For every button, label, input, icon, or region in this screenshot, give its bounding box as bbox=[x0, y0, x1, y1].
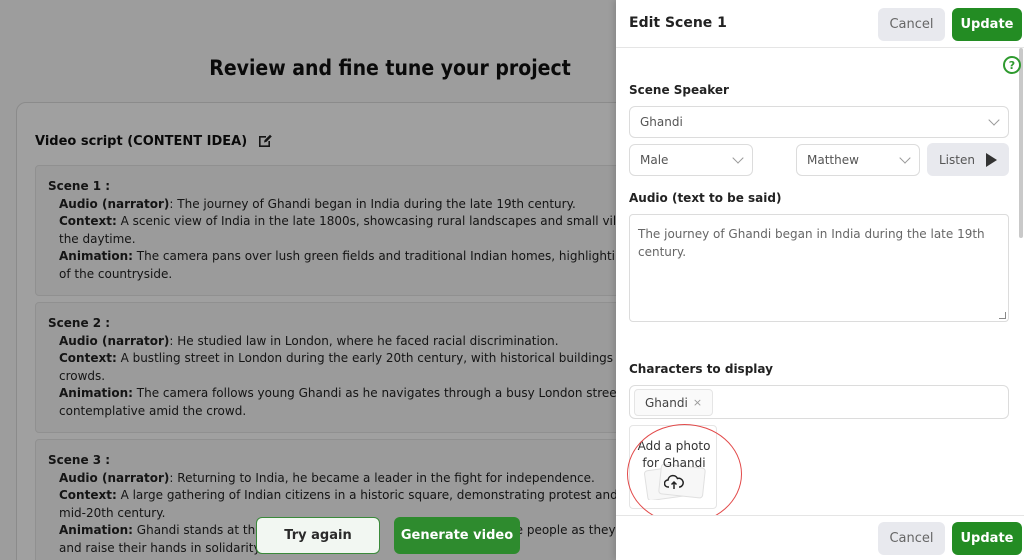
panel-header: Edit Scene 1 Cancel Update bbox=[616, 0, 1024, 48]
update-button[interactable]: Update bbox=[952, 8, 1022, 41]
generate-video-button[interactable]: Generate video bbox=[394, 517, 520, 554]
cancel-button-footer[interactable]: Cancel bbox=[878, 522, 945, 555]
annotation-circle bbox=[627, 424, 742, 524]
speaker-select[interactable]: Ghandi bbox=[629, 106, 1009, 138]
try-again-button[interactable]: Try again bbox=[256, 517, 380, 554]
gender-select[interactable]: Male bbox=[629, 144, 753, 176]
voice-select[interactable]: Matthew bbox=[796, 144, 920, 176]
gender-value: Male bbox=[640, 153, 669, 167]
character-chip-label: Ghandi bbox=[645, 395, 688, 410]
audio-text-field[interactable]: The journey of Ghandi began in India dur… bbox=[629, 214, 1009, 322]
panel-title: Edit Scene 1 bbox=[629, 15, 727, 31]
characters-input[interactable]: Ghandi × bbox=[629, 385, 1009, 419]
chevron-down-icon bbox=[899, 152, 911, 164]
audio-text-label: Audio (text to be said) bbox=[629, 191, 782, 205]
play-icon bbox=[986, 153, 997, 167]
panel-footer: Cancel Update bbox=[616, 515, 1024, 560]
voice-value: Matthew bbox=[807, 153, 859, 167]
close-icon[interactable]: × bbox=[693, 396, 702, 409]
listen-button[interactable]: Listen bbox=[927, 143, 1009, 176]
chevron-down-icon bbox=[732, 152, 744, 164]
speaker-label: Scene Speaker bbox=[629, 83, 729, 97]
bottom-actions: Try again Generate video bbox=[256, 517, 520, 554]
listen-label: Listen bbox=[939, 152, 975, 167]
update-button-footer[interactable]: Update bbox=[952, 522, 1022, 555]
help-icon[interactable]: ? bbox=[1003, 56, 1021, 74]
character-chip: Ghandi × bbox=[634, 389, 714, 416]
resize-handle-icon[interactable] bbox=[999, 312, 1006, 319]
edit-scene-panel: Edit Scene 1 Cancel Update ? Scene Speak… bbox=[616, 0, 1024, 560]
scrollbar-thumb[interactable] bbox=[1019, 48, 1023, 238]
characters-label: Characters to display bbox=[629, 362, 773, 376]
audio-text-value: The journey of Ghandi began in India dur… bbox=[638, 227, 985, 259]
cancel-button[interactable]: Cancel bbox=[878, 8, 945, 41]
speaker-value: Ghandi bbox=[640, 115, 683, 129]
chevron-down-icon bbox=[988, 114, 1000, 126]
